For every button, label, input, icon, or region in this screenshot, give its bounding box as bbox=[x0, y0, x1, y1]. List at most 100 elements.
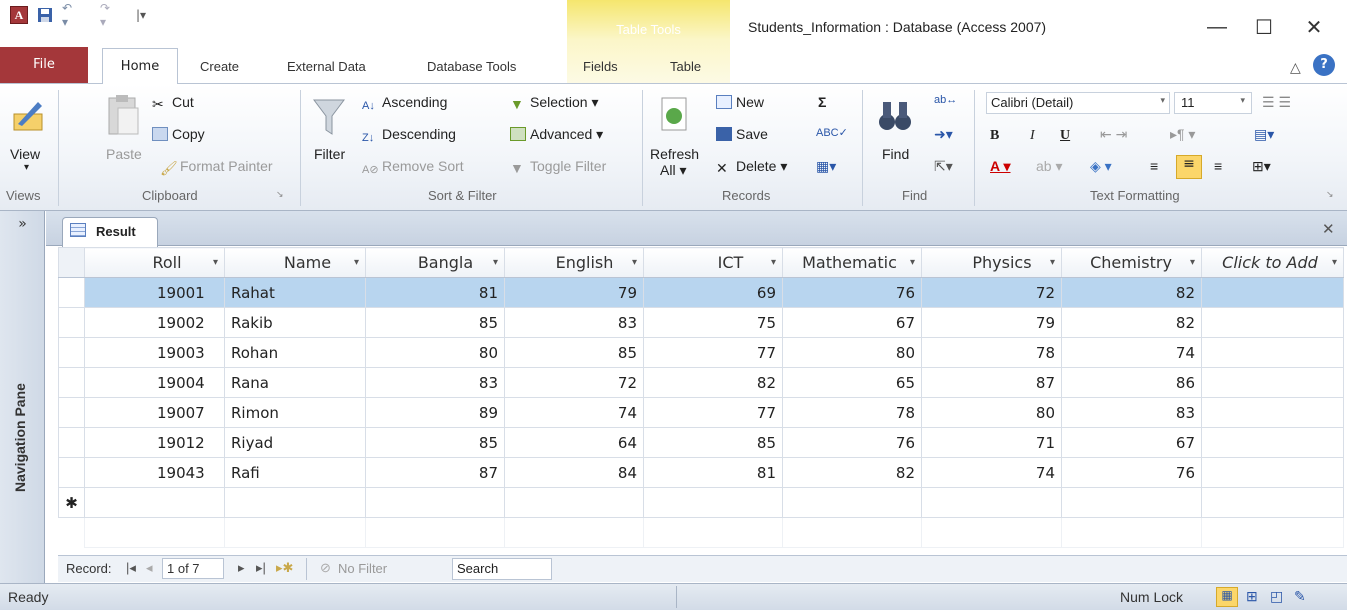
table-cell[interactable]: 72 bbox=[921, 277, 1062, 308]
table-cell[interactable] bbox=[1201, 487, 1344, 518]
record-selector[interactable] bbox=[58, 427, 85, 458]
table-cell[interactable]: Rohan bbox=[224, 337, 366, 368]
bold-button[interactable]: B bbox=[990, 128, 999, 144]
table-cell[interactable] bbox=[1201, 307, 1344, 338]
table-row[interactable]: 19007 Rimon 89 74 77 78 80 83 bbox=[58, 397, 1344, 428]
table-cell[interactable] bbox=[365, 487, 505, 518]
table-cell[interactable]: 89 bbox=[365, 397, 505, 428]
chevron-down-icon[interactable]: ▾ bbox=[493, 257, 498, 268]
table-cell[interactable]: 82 bbox=[1061, 277, 1202, 308]
table-cell[interactable]: 87 bbox=[365, 457, 505, 488]
redo-icon[interactable]: ↷ ▾ bbox=[100, 1, 118, 29]
navigation-pane-toggle[interactable]: » bbox=[0, 216, 45, 246]
column-header-name[interactable]: Name ▾ bbox=[224, 247, 366, 278]
table-cell[interactable]: 82 bbox=[643, 367, 783, 398]
table-cell[interactable]: 74 bbox=[1061, 337, 1202, 368]
column-header-click-to-add[interactable]: Click to Add ▾ bbox=[1201, 247, 1344, 278]
column-header-english[interactable]: English ▾ bbox=[504, 247, 644, 278]
table-cell[interactable]: Rimon bbox=[224, 397, 366, 428]
chevron-down-icon[interactable]: ▾ bbox=[771, 257, 776, 268]
table-cell[interactable] bbox=[1201, 337, 1344, 368]
new-record-row[interactable]: ✱ bbox=[58, 487, 1344, 518]
table-cell[interactable]: 77 bbox=[643, 337, 783, 368]
record-selector[interactable] bbox=[58, 367, 85, 398]
advanced-button[interactable]: Advanced ▾ bbox=[510, 126, 603, 143]
table-cell[interactable] bbox=[1201, 397, 1344, 428]
table-cell[interactable]: 76 bbox=[1061, 457, 1202, 488]
table-cell[interactable] bbox=[782, 487, 922, 518]
align-left-icon[interactable]: ≡ bbox=[1150, 158, 1158, 174]
next-record-icon[interactable]: ▸ bbox=[238, 560, 245, 576]
no-filter-label[interactable]: No Filter bbox=[338, 561, 387, 576]
table-cell[interactable] bbox=[1201, 427, 1344, 458]
record-selector[interactable] bbox=[58, 457, 85, 488]
view-dropdown-icon[interactable]: ▾ bbox=[24, 162, 29, 173]
refresh-button[interactable]: Refresh bbox=[650, 146, 699, 162]
column-header-ict[interactable]: ICT ▾ bbox=[643, 247, 783, 278]
customize-qat-icon[interactable]: |▾ bbox=[132, 6, 150, 24]
table-cell[interactable]: 78 bbox=[782, 397, 922, 428]
close-document-icon[interactable]: ✕ bbox=[1322, 220, 1335, 238]
table-cell[interactable]: 19012 bbox=[84, 427, 225, 458]
table-cell[interactable] bbox=[1201, 457, 1344, 488]
table-cell[interactable] bbox=[1201, 277, 1344, 308]
table-cell[interactable]: 85 bbox=[643, 427, 783, 458]
column-header-bangla[interactable]: Bangla ▾ bbox=[365, 247, 505, 278]
filter-button[interactable]: Filter bbox=[314, 146, 345, 162]
table-cell[interactable]: 64 bbox=[504, 427, 644, 458]
fill-color-icon[interactable]: ◈ ▾ bbox=[1090, 158, 1112, 175]
tab-home[interactable]: Home bbox=[102, 48, 178, 84]
close-button[interactable]: ✕ bbox=[1294, 12, 1334, 42]
table-row[interactable]: 19004 Rana 83 72 82 65 87 86 bbox=[58, 367, 1344, 398]
align-right-icon[interactable]: ≡ bbox=[1214, 158, 1222, 174]
table-cell[interactable]: Rana bbox=[224, 367, 366, 398]
table-cell[interactable]: 87 bbox=[921, 367, 1062, 398]
tab-create[interactable]: Create bbox=[200, 50, 239, 83]
chevron-down-icon[interactable]: ▾ bbox=[1190, 257, 1195, 268]
find-button[interactable]: Find bbox=[882, 146, 909, 162]
table-cell[interactable]: 77 bbox=[643, 397, 783, 428]
chevron-down-icon[interactable]: ▾ bbox=[632, 257, 637, 268]
table-cell[interactable]: 80 bbox=[782, 337, 922, 368]
table-cell[interactable]: 80 bbox=[365, 337, 505, 368]
clipboard-launcher-icon[interactable]: ↘ bbox=[276, 190, 284, 200]
tab-file[interactable]: File bbox=[0, 47, 88, 83]
table-cell[interactable]: 19003 bbox=[84, 337, 225, 368]
table-cell[interactable] bbox=[1201, 367, 1344, 398]
table-cell[interactable]: 82 bbox=[782, 457, 922, 488]
table-cell[interactable]: 19004 bbox=[84, 367, 225, 398]
minimize-ribbon-icon[interactable]: △ bbox=[1290, 60, 1301, 76]
previous-record-icon[interactable]: ◂ bbox=[146, 560, 153, 576]
first-record-icon[interactable]: |◂ bbox=[126, 560, 136, 576]
table-cell[interactable]: 19001 bbox=[84, 277, 225, 308]
more-records-icon[interactable]: ▦▾ bbox=[816, 158, 836, 175]
table-cell[interactable]: 74 bbox=[504, 397, 644, 428]
column-header-roll[interactable]: Roll ▾ bbox=[84, 247, 225, 278]
totals-icon[interactable]: Σ bbox=[818, 94, 826, 110]
table-row[interactable]: 19002 Rakib 85 83 75 67 79 82 bbox=[58, 307, 1344, 338]
view-button[interactable]: View bbox=[10, 146, 40, 162]
table-row[interactable]: 19043 Rafi 87 84 81 82 74 76 bbox=[58, 457, 1344, 488]
chevron-down-icon[interactable]: ▾ bbox=[213, 257, 218, 268]
table-cell[interactable]: 65 bbox=[782, 367, 922, 398]
table-cell[interactable]: 19002 bbox=[84, 307, 225, 338]
paste-button[interactable]: Paste bbox=[106, 146, 142, 162]
table-cell[interactable] bbox=[921, 487, 1062, 518]
table-row[interactable]: 19003 Rohan 80 85 77 80 78 74 bbox=[58, 337, 1344, 368]
select-all-corner[interactable] bbox=[58, 247, 85, 278]
gridlines-icon[interactable]: ▤▾ bbox=[1254, 126, 1274, 143]
chevron-down-icon[interactable]: ▾ bbox=[1050, 257, 1055, 268]
ascending-button[interactable]: A↓ Ascending bbox=[362, 94, 447, 114]
table-cell[interactable]: 19043 bbox=[84, 457, 225, 488]
alternate-row-icon[interactable]: ⊞▾ bbox=[1252, 158, 1271, 175]
column-header-chemistry[interactable]: Chemistry ▾ bbox=[1061, 247, 1202, 278]
table-cell[interactable] bbox=[84, 487, 225, 518]
current-record-field[interactable]: 1 of 7 bbox=[162, 558, 224, 579]
font-size-select[interactable]: 11 ▾ bbox=[1174, 92, 1252, 114]
italic-button[interactable]: I bbox=[1030, 128, 1035, 144]
goto-icon[interactable]: ➜▾ bbox=[934, 126, 953, 143]
save-icon[interactable] bbox=[36, 6, 54, 24]
navigation-pane-label[interactable]: Navigation Pane bbox=[12, 383, 28, 492]
tab-table[interactable]: Table bbox=[670, 50, 701, 83]
table-cell[interactable]: 81 bbox=[643, 457, 783, 488]
